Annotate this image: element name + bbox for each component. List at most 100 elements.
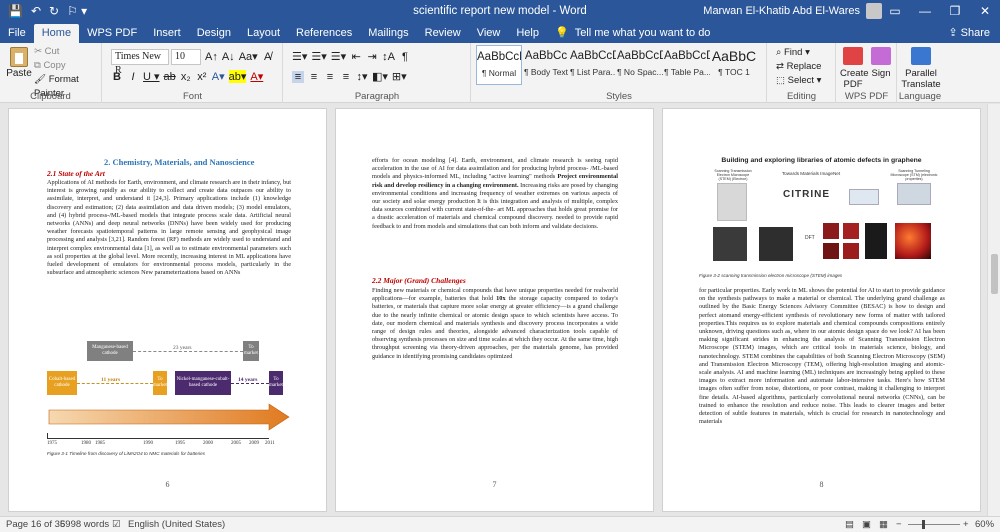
borders-icon[interactable]: ⊞▾ [392,70,407,83]
align-center-icon[interactable]: ≡ [308,71,320,83]
tab-file[interactable]: File [0,24,34,43]
window-controls: ▭ — ❐ ✕ [880,0,1000,22]
sort-icon[interactable]: ↕A [382,51,395,63]
multilevel-list-icon[interactable]: ☰▾ [331,50,346,63]
decrease-indent-icon[interactable]: ⇤ [350,50,362,63]
page-number: 6 [165,480,170,489]
zoom-slider-thumb[interactable] [922,520,925,529]
bold-icon[interactable]: B [111,71,123,83]
microscope-image [717,183,747,221]
axis-label: 1990 [143,441,153,446]
justify-icon[interactable]: ≡ [340,71,352,83]
tab-help[interactable]: Help [508,24,547,43]
change-case-icon[interactable]: Aa▾ [239,50,258,63]
tell-me-box[interactable]: 💡 Tell me what you want to do [547,24,710,43]
highlight-icon[interactable]: ab▾ [228,70,247,83]
select-button[interactable]: ⬚ Select ▾ [776,74,821,88]
style-toc-1[interactable]: AaBbC ¶ TOC 1 [711,45,757,85]
stem-image-2 [759,227,793,261]
zoom-in-icon[interactable]: + [963,519,969,530]
replace-button[interactable]: ⇄ Replace [776,60,821,74]
italic-icon[interactable]: I [127,71,139,83]
close-icon[interactable]: ✕ [970,0,1000,22]
proofing-icon[interactable]: ☑ [112,519,121,530]
create-pdf-button[interactable]: Create PDF [840,47,869,90]
zoom-out-icon[interactable]: − [896,519,902,530]
vertical-scrollbar[interactable] [987,104,1000,516]
bullets-icon[interactable]: ☰▾ [292,50,307,63]
grow-font-icon[interactable]: A↑ [205,51,218,63]
share-button[interactable]: ⇪ Share [948,25,990,41]
page-8[interactable]: Building and exploring libraries of atom… [662,108,981,512]
minimize-icon[interactable]: — [910,0,940,22]
style-body-text[interactable]: AaBbCc ¶ Body Text [523,45,569,85]
superscript-icon[interactable]: x² [196,71,208,83]
text-effects-icon[interactable]: A▾ [212,70,225,83]
web-layout-icon[interactable]: ▦ [879,519,888,530]
paste-button[interactable]: Paste [6,47,32,79]
style-name: ¶ No Spac... [617,67,663,77]
style-sample: AaBbCcD [664,50,710,62]
line-spacing-icon[interactable]: ↕▾ [356,70,368,83]
style-normal[interactable]: AaBbCcDd ¶ Normal [476,45,522,85]
tab-wps-pdf[interactable]: WPS PDF [79,24,145,43]
tab-references[interactable]: References [288,24,360,43]
numbering-icon[interactable]: ☰▾ [311,50,326,63]
tab-insert[interactable]: Insert [145,24,189,43]
undo-icon[interactable]: ↶ [31,0,41,22]
underline-icon[interactable]: U ▾ [143,70,160,83]
page-7[interactable]: efforts for ocean modeling [4]. Earth, e… [335,108,654,512]
tab-view[interactable]: View [469,24,509,43]
tab-mailings[interactable]: Mailings [360,24,416,43]
manganese-cathode-box: Manganese-based cathode [87,341,133,361]
page-6[interactable]: 2. Chemistry, Materials, and Nanoscience… [8,108,327,512]
style-list-paragraph[interactable]: AaBbCcD ¶ List Para... [570,45,616,85]
bold-text: 10x [496,295,506,303]
parallel-translate-button[interactable]: Parallel Translate [900,47,942,90]
font-color-icon[interactable]: A▾ [250,70,263,83]
style-table-paragraph[interactable]: AaBbCcD ¶ Table Pa... [664,45,710,85]
pdf-icon [843,47,863,65]
section-heading: 2. Chemistry, Materials, and Nanoscience [104,157,255,167]
subscript-icon[interactable]: x₂ [180,71,192,83]
language-status[interactable]: English (United States) [128,519,225,530]
font-size-select[interactable]: 10 [171,49,201,65]
ribbon-display-options-icon[interactable]: ▭ [880,0,910,22]
redo-icon[interactable]: ↻ [49,0,59,22]
document-canvas[interactable]: 2. Chemistry, Materials, and Nanoscience… [0,104,987,516]
tab-home[interactable]: Home [33,24,80,43]
save-icon[interactable]: 💾 [8,0,23,22]
shrink-font-icon[interactable]: A↓ [222,51,235,63]
print-layout-icon[interactable]: ▣ [862,519,871,530]
scrollbar-thumb[interactable] [991,254,998,294]
show-marks-icon[interactable]: ¶ [399,51,411,63]
read-mode-icon[interactable]: ▤ [845,519,854,530]
strikethrough-icon[interactable]: ab [164,71,176,83]
shading-icon[interactable]: ◧▾ [372,70,388,83]
arrow-14-years [231,383,269,384]
to-market-box-1: To market [243,341,259,361]
axis-label: 1975 [47,441,57,446]
tab-review[interactable]: Review [417,24,469,43]
tab-layout[interactable]: Layout [239,24,288,43]
cut-button[interactable]: ✂ Cut [34,45,101,59]
restore-icon[interactable]: ❐ [940,0,970,22]
customize-qat-icon[interactable]: ⚐ ▾ [67,0,87,22]
zoom-slider[interactable] [908,524,960,525]
page-count[interactable]: Page 16 of 35 [6,519,65,530]
zoom-level[interactable]: 60% [975,519,994,530]
increase-indent-icon[interactable]: ⇥ [366,50,378,63]
word-count[interactable]: 6998 words [60,519,109,530]
align-right-icon[interactable]: ≡ [324,71,336,83]
font-family-select[interactable]: Times New R [111,49,169,76]
copy-button[interactable]: ⧉ Copy [34,59,101,73]
user-name[interactable]: Marwan El-Khatib Abd El-Wares [703,0,860,22]
defect-image-3 [823,243,839,259]
find-button[interactable]: ⌕ Find ▾ [776,46,821,60]
align-left-icon[interactable]: ≡ [292,70,304,83]
style-no-spacing[interactable]: AaBbCcD ¶ No Spac... [617,45,663,85]
clear-formatting-icon[interactable]: A̸ [262,51,274,63]
sign-button[interactable]: Sign [868,47,894,79]
font-row-1: A↑ A↓ Aa▾ A̸ [205,50,274,64]
tab-design[interactable]: Design [189,24,239,43]
